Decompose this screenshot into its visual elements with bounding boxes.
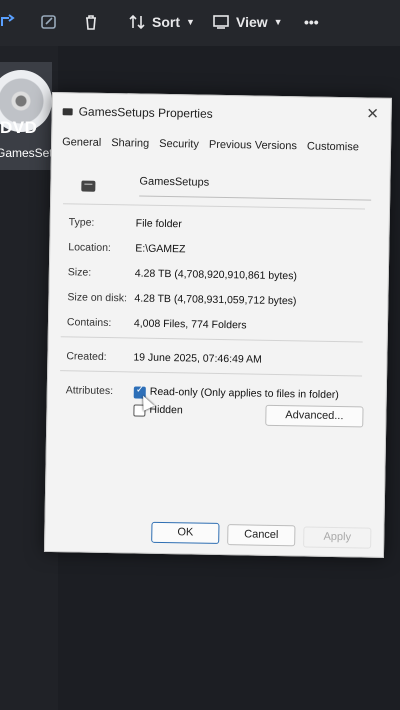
cancel-button[interactable]: Cancel xyxy=(227,524,296,547)
folder-name-field[interactable]: GamesSetups xyxy=(139,174,372,201)
tab-previous-versions[interactable]: Previous Versions xyxy=(209,139,297,153)
tab-bar: General Sharing Security Previous Versio… xyxy=(62,136,359,153)
rename-icon[interactable] xyxy=(40,10,58,34)
view-label: View xyxy=(236,14,268,30)
apply-button[interactable]: Apply xyxy=(303,526,372,549)
tab-customise[interactable]: Customise xyxy=(307,140,359,153)
ok-button[interactable]: OK xyxy=(151,521,220,544)
dialog-titlebar[interactable]: GamesSetups Properties ✕ xyxy=(52,93,391,133)
size-value: 4.28 TB (4,708,920,910,861 bytes) xyxy=(134,267,298,283)
more-icon: ••• xyxy=(304,14,319,30)
general-tab-content: GamesSetups Type: File folder Location: … xyxy=(60,155,372,428)
more-options-button[interactable]: ••• xyxy=(304,10,319,34)
dialog-title: GamesSetups Properties xyxy=(78,104,213,121)
divider xyxy=(63,203,366,210)
tab-sharing[interactable]: Sharing xyxy=(111,137,149,150)
contains-label: Contains: xyxy=(66,316,112,330)
created-label: Created: xyxy=(66,350,107,363)
properties-dialog: GamesSetups Properties ✕ General Sharing… xyxy=(43,92,392,558)
sort-label: Sort xyxy=(152,14,180,30)
chevron-down-icon: ▼ xyxy=(273,17,283,27)
view-button[interactable]: View ▼ xyxy=(212,10,283,34)
tab-security[interactable]: Security xyxy=(159,138,199,151)
view-icon xyxy=(213,15,229,29)
delete-icon[interactable] xyxy=(82,10,100,34)
contains-value: 4,008 Files, 774 Folders xyxy=(133,317,247,332)
readonly-label: Read-only (Only applies to files in fold… xyxy=(149,385,339,402)
type-label: Type: xyxy=(68,216,95,229)
location-value: E:\GAMEZ xyxy=(135,242,186,256)
tab-general[interactable]: General xyxy=(62,136,101,149)
sort-button[interactable]: Sort ▼ xyxy=(128,10,195,34)
sort-icon xyxy=(129,14,145,30)
divider xyxy=(60,336,363,343)
type-value: File folder xyxy=(135,217,182,231)
share-icon[interactable] xyxy=(0,10,18,34)
close-button[interactable]: ✕ xyxy=(362,104,382,124)
attributes-label: Attributes: xyxy=(65,384,114,398)
chevron-down-icon: ▼ xyxy=(186,17,195,27)
explorer-toolbar: Sort ▼ View ▼ ••• xyxy=(0,0,400,46)
size-on-disk-value: 4.28 TB (4,708,931,059,712 bytes) xyxy=(134,292,297,308)
advanced-button[interactable]: Advanced... xyxy=(265,404,364,428)
drive-icon xyxy=(62,108,73,116)
size-on-disk-label: Size on disk: xyxy=(67,291,128,305)
created-value: 19 June 2025, 07:46:49 AM xyxy=(133,351,262,366)
drive-badge: DVD xyxy=(0,118,38,137)
divider xyxy=(60,370,363,377)
drive-icon xyxy=(81,180,96,192)
location-label: Location: xyxy=(68,241,112,255)
size-label: Size: xyxy=(67,266,92,279)
